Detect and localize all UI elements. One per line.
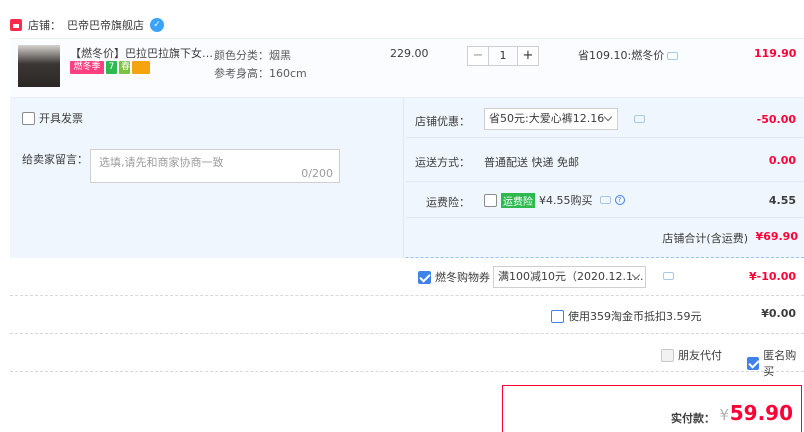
comment-icon[interactable] xyxy=(663,272,674,280)
freight-insurance-row: 运费险： 运费险 ¥4.55购买 ? 4.55 xyxy=(406,182,804,218)
product-tags: 燃冬季 7 春 xyxy=(70,61,150,74)
shop-icon xyxy=(10,19,22,31)
coupon-checkbox[interactable] xyxy=(418,270,431,284)
item-total: 119.90 xyxy=(754,47,797,60)
anonymous-checkbox[interactable] xyxy=(747,356,760,370)
friend-pay-checkbox[interactable] xyxy=(661,348,674,362)
shop-discount-row: 店铺优惠： 省50元:大爱心裤12.16 -50.00 xyxy=(406,98,804,138)
chat-contact-icon[interactable]: ✓ xyxy=(150,18,164,32)
coin-checkbox[interactable] xyxy=(551,309,564,323)
payment-amount: 59.90 xyxy=(729,401,793,425)
shipping-row: 运送方式： 普通配送 快递 免邮 0.00 xyxy=(406,138,804,182)
freight-insurance-value: ¥4.55购买 xyxy=(539,194,593,207)
comment-icon[interactable] xyxy=(599,196,611,204)
increase-button[interactable]: + xyxy=(517,46,539,66)
season-tag: 春 xyxy=(119,61,131,74)
freight-insurance-checkbox[interactable] xyxy=(484,193,497,207)
shop-label: 店铺： xyxy=(28,19,61,32)
shop-name-link[interactable]: 巴帝巴帝旗舰店 xyxy=(67,17,144,33)
return-tag: 7 xyxy=(106,61,117,74)
shop-discount-amount: -50.00 xyxy=(756,113,796,126)
freight-insurance-label: 运费险： xyxy=(426,196,470,209)
coin-row: 使用359淘金币抵扣3.59元 ¥0.00 xyxy=(10,296,804,334)
help-icon[interactable]: ? xyxy=(614,195,625,205)
comment-icon[interactable] xyxy=(634,115,645,123)
unit-price: 229.00 xyxy=(390,47,429,60)
coin-amount: ¥0.00 xyxy=(761,307,796,320)
sku-color: 颜色分类：烟黑 xyxy=(214,49,291,62)
item-row: 【燃冬价】巴拉巴拉旗下女童裤... 燃冬季 7 春 颜色分类：烟黑 参考身高：1… xyxy=(10,38,804,98)
invoice-checkbox[interactable] xyxy=(22,111,35,125)
coin-option[interactable]: 使用359淘金币抵扣3.59元 xyxy=(551,308,702,324)
extra-options-row: 朋友代付 匿名购买 xyxy=(10,334,804,378)
payment-currency: ¥ xyxy=(719,406,729,424)
promo-tag: 燃冬季 xyxy=(70,61,104,74)
payment-summary: 实付款： ¥ 59.90 xyxy=(502,385,802,432)
shipping-label: 运送方式： xyxy=(415,156,470,169)
quantity-input[interactable]: 1 xyxy=(489,46,517,66)
shop-total-value: ¥69.90 xyxy=(755,230,798,243)
coupon-amount: ¥-10.00 xyxy=(748,270,796,283)
coupon-label: 燃冬购物券 xyxy=(435,271,490,284)
card-icon xyxy=(132,61,150,74)
shop-header: 店铺： 巴帝巴帝旗舰店 ✓ xyxy=(10,14,164,36)
coin-label: 使用359淘金币抵扣3.59元 xyxy=(568,310,702,323)
payment-label: 实付款： xyxy=(671,412,715,425)
anonymous-option[interactable]: 匿名购买 xyxy=(747,347,804,379)
anonymous-label: 匿名购买 xyxy=(763,349,797,378)
shop-discount-label: 店铺优惠： xyxy=(415,115,470,128)
product-thumbnail[interactable] xyxy=(18,45,60,87)
shop-discount-select[interactable]: 省50元:大爱心裤12.16 xyxy=(484,108,618,130)
decrease-button[interactable]: − xyxy=(467,46,489,66)
chevron-down-icon xyxy=(603,112,613,122)
message-placeholder: 选填,请先和商家协商一致 xyxy=(99,156,224,169)
shipping-amount: 0.00 xyxy=(768,154,796,167)
product-title-link[interactable]: 【燃冬价】巴拉巴拉旗下女童裤... xyxy=(70,45,215,61)
shop-total-row: 店铺合计(含运费) ¥69.90 xyxy=(10,218,804,258)
freight-insurance-tag: 运费险 xyxy=(501,192,535,208)
message-label: 给卖家留言： xyxy=(22,153,88,166)
shop-total-label: 店铺合计(含运费) xyxy=(662,232,748,245)
freight-insurance-amount: 4.55 xyxy=(768,194,796,207)
quantity-stepper: − 1 + xyxy=(467,46,539,66)
friend-pay-label: 朋友代付 xyxy=(678,349,722,362)
coupon-row: 燃冬购物券 满100减10元（2020.12.1... ¥-10.00 xyxy=(10,258,804,296)
shop-discount-value: 省50元:大爱心裤12.16 xyxy=(489,112,605,125)
comment-icon[interactable] xyxy=(667,52,679,60)
invoice-option[interactable]: 开具发票 xyxy=(22,110,83,126)
freight-insurance-option[interactable]: 运费险 ¥4.55购买 ? xyxy=(484,192,625,208)
coupon-select[interactable]: 满100减10元（2020.12.1... xyxy=(493,266,646,288)
item-promo: 省109.10:燃冬价 xyxy=(578,47,679,63)
message-char-count: 0/200 xyxy=(301,167,333,180)
shipping-value: 普通配送 快递 免邮 xyxy=(484,156,579,169)
seller-message-input[interactable]: 选填,请先和商家协商一致 0/200 xyxy=(90,149,340,183)
sku-height: 参考身高：160cm xyxy=(214,67,307,80)
invoice-label: 开具发票 xyxy=(39,112,83,125)
coupon-value: 满100减10元（2020.12.1... xyxy=(498,270,644,283)
coupon-option[interactable]: 燃冬购物券 xyxy=(418,269,490,285)
item-promo-text: 省109.10:燃冬价 xyxy=(578,49,665,62)
friend-pay-option[interactable]: 朋友代付 xyxy=(661,347,722,363)
